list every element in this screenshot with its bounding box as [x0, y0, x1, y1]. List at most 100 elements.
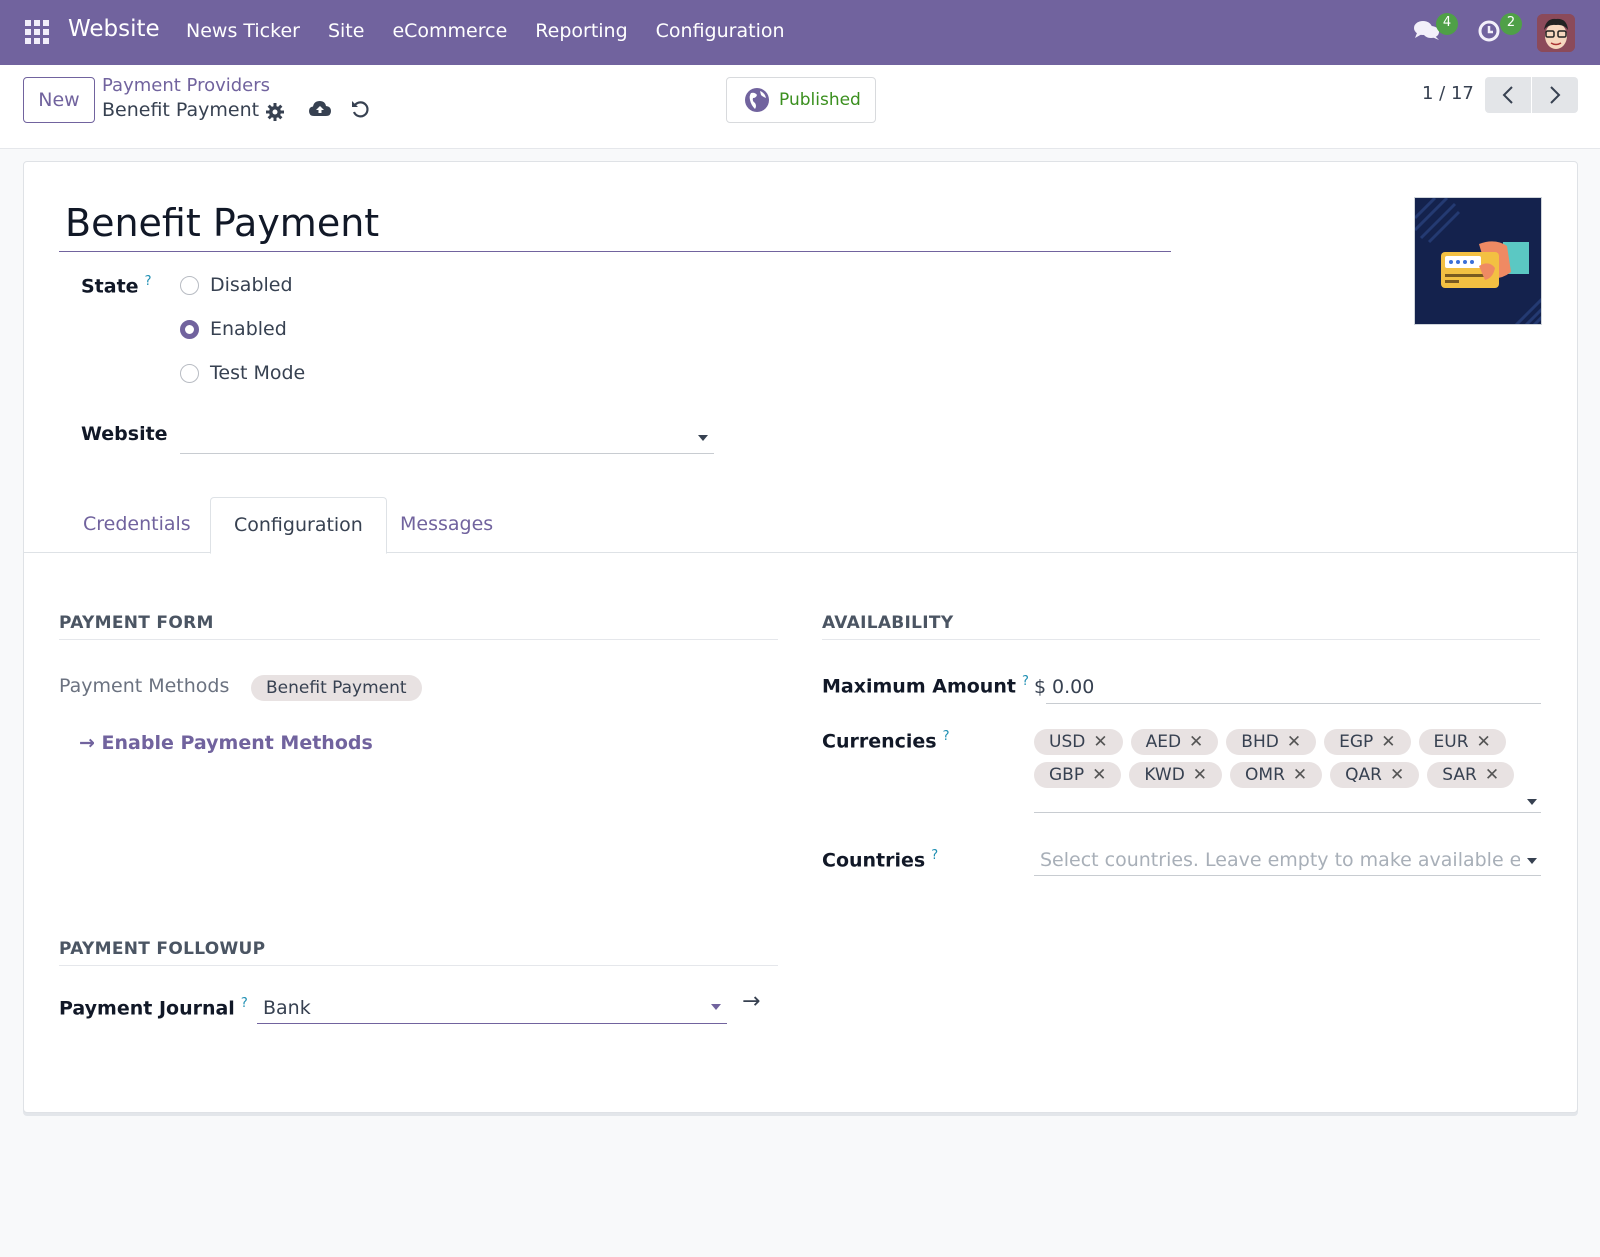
tab-messages[interactable]: Messages [377, 497, 516, 553]
payment-method-tag-label: Benefit Payment [266, 678, 407, 698]
messages-button[interactable]: 4 [1412, 13, 1458, 49]
remove-tag-icon[interactable]: ✕ [1189, 732, 1203, 752]
menu-item-news-ticker[interactable]: News Ticker [186, 20, 300, 42]
radio-test-mode[interactable] [180, 363, 199, 383]
messages-count-badge: 4 [1436, 13, 1458, 35]
published-toggle-button[interactable]: Published [726, 77, 876, 123]
payment-journal-help-tooltip[interactable]: ? [241, 996, 248, 1011]
app-grid-icon[interactable] [25, 20, 49, 44]
remove-tag-icon[interactable]: ✕ [1477, 732, 1491, 752]
menu-item-site[interactable]: Site [328, 20, 364, 42]
payment-journal-select[interactable]: Bank [257, 986, 727, 1024]
chevron-down-icon [1527, 799, 1537, 805]
state-label-text: State [81, 275, 139, 298]
payment-journal-value: Bank [263, 997, 311, 1019]
state-option-disabled[interactable]: Disabled [180, 274, 293, 296]
enable-payment-methods-label: Enable Payment Methods [101, 732, 373, 754]
currency-symbol: $ [1034, 676, 1047, 698]
remove-tag-icon[interactable]: ✕ [1485, 765, 1499, 785]
countries-input[interactable]: Select countries. Leave empty to make av… [1034, 840, 1541, 876]
arrow-right-icon: → [79, 732, 95, 754]
currencies-tags: USD ✕ AED ✕ BHD ✕ EGP ✕ EUR ✕ GBP ✕ KWD ✕ OMR ✕ … [1034, 729, 1554, 788]
internal-link-arrow-icon[interactable]: → [742, 989, 760, 1014]
remove-tag-icon[interactable]: ✕ [1093, 732, 1107, 752]
currency-tag-egp: EGP ✕ [1324, 729, 1411, 755]
currency-tag-label: OMR [1245, 765, 1285, 785]
state-help-tooltip[interactable]: ? [145, 274, 152, 289]
payment-form-section-title: PAYMENT FORM [59, 613, 778, 640]
state-label: State? [81, 274, 151, 297]
currency-tag-label: EGP [1339, 732, 1374, 752]
new-button[interactable]: New [23, 77, 95, 123]
chevron-left-icon [1502, 86, 1513, 104]
currency-tag-label: AED [1145, 732, 1182, 752]
menu-item-reporting[interactable]: Reporting [535, 20, 627, 42]
currencies-help-tooltip[interactable]: ? [943, 729, 950, 744]
state-option-enabled[interactable]: Enabled [180, 318, 287, 340]
provider-name-input[interactable]: Benefit Payment [59, 200, 1171, 252]
avatar-face-icon [1537, 14, 1575, 52]
currency-tag-label: GBP [1049, 765, 1085, 785]
payment-methods-tags: Benefit Payment [251, 675, 422, 701]
radio-enabled[interactable] [180, 319, 199, 339]
pager-previous-button[interactable] [1485, 77, 1531, 113]
pager-value[interactable]: 1 / 17 [1422, 83, 1474, 104]
published-label: Published [779, 90, 861, 110]
remove-tag-icon[interactable]: ✕ [1092, 765, 1106, 785]
maximum-amount-help-tooltip[interactable]: ? [1022, 674, 1029, 689]
remove-tag-icon[interactable]: ✕ [1287, 732, 1301, 752]
currencies-label: Currencies? [822, 729, 950, 752]
chevron-right-icon [1550, 86, 1561, 104]
menu-item-configuration[interactable]: Configuration [656, 20, 785, 42]
remove-tag-icon[interactable]: ✕ [1193, 765, 1207, 785]
radio-label-disabled: Disabled [210, 274, 293, 296]
tab-configuration[interactable]: Configuration [210, 497, 387, 554]
currencies-input[interactable] [1034, 792, 1541, 813]
maximum-amount-input[interactable]: 0.00 [1046, 667, 1541, 704]
currency-tag-label: USD [1049, 732, 1086, 752]
currency-tag-label: EUR [1433, 732, 1469, 752]
countries-label: Countries? [822, 848, 938, 871]
currency-tag-qar: QAR ✕ [1330, 762, 1420, 788]
enable-payment-methods-link[interactable]: → Enable Payment Methods [79, 732, 373, 754]
website-select[interactable] [180, 420, 714, 454]
remove-tag-icon[interactable]: ✕ [1381, 732, 1395, 752]
currency-tag-gbp: GBP ✕ [1034, 762, 1122, 788]
globe-icon [745, 88, 769, 112]
user-avatar[interactable] [1537, 14, 1575, 52]
state-option-test-mode[interactable]: Test Mode [180, 362, 305, 384]
currency-tag-bhd: BHD ✕ [1226, 729, 1317, 755]
currency-tag-label: KWD [1144, 765, 1185, 785]
payment-journal-label: Payment Journal? [59, 996, 248, 1019]
currency-tag-label: SAR [1442, 765, 1477, 785]
countries-label-text: Countries [822, 849, 926, 872]
currency-tag-aed: AED ✕ [1130, 729, 1219, 755]
radio-disabled[interactable] [180, 275, 199, 295]
breadcrumb-payment-providers[interactable]: Payment Providers [102, 75, 270, 96]
payment-method-tag[interactable]: Benefit Payment [251, 675, 422, 701]
cloud-upload-icon[interactable] [308, 99, 332, 124]
chevron-down-icon [1527, 858, 1537, 864]
gear-icon[interactable] [265, 102, 285, 127]
radio-label-test-mode: Test Mode [210, 362, 306, 384]
activities-count-badge: 2 [1500, 13, 1522, 35]
currency-tag-label: BHD [1241, 732, 1279, 752]
website-label: Website [81, 423, 168, 445]
remove-tag-icon[interactable]: ✕ [1293, 765, 1307, 785]
activities-button[interactable]: 2 [1476, 13, 1522, 49]
provider-image[interactable] [1414, 197, 1542, 325]
currency-tag-usd: USD ✕ [1034, 729, 1123, 755]
tab-credentials[interactable]: Credentials [60, 497, 214, 553]
payment-methods-label: Payment Methods [59, 675, 230, 697]
pager-next-button[interactable] [1532, 77, 1578, 113]
maximum-amount-value: 0.00 [1052, 676, 1095, 698]
menu-item-ecommerce[interactable]: eCommerce [392, 20, 507, 42]
discard-undo-icon[interactable] [350, 99, 370, 124]
radio-label-enabled: Enabled [210, 318, 287, 340]
chevron-down-icon [711, 1004, 721, 1010]
chevron-down-icon [698, 435, 708, 441]
app-brand[interactable]: Website [68, 16, 160, 42]
remove-tag-icon[interactable]: ✕ [1390, 765, 1404, 785]
payment-followup-section-title: PAYMENT FOLLOWUP [59, 939, 778, 966]
countries-help-tooltip[interactable]: ? [931, 848, 938, 863]
